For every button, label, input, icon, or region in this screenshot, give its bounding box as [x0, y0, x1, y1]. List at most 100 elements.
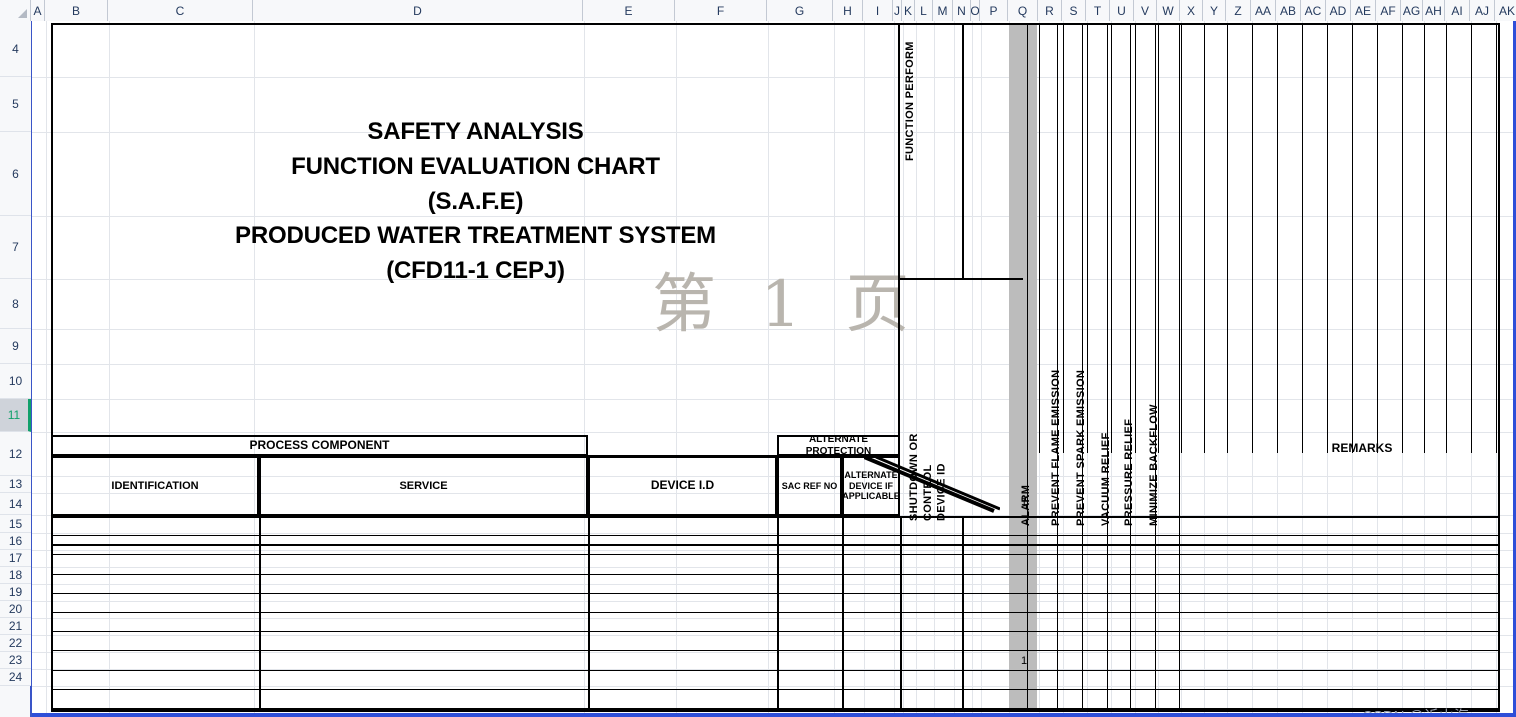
minor-column-rule	[1158, 23, 1159, 453]
column-header-b[interactable]: B	[45, 0, 108, 21]
row-header-14[interactable]: 14	[0, 493, 31, 515]
column-header-ab[interactable]: AB	[1276, 0, 1301, 21]
row-header-24[interactable]: 24	[0, 669, 31, 686]
row-header-13[interactable]: 13	[0, 476, 31, 493]
row-header-17[interactable]: 17	[0, 550, 31, 567]
minor-column-rule	[1424, 23, 1425, 453]
row-header-22[interactable]: 22	[0, 635, 31, 652]
marker-cell-q23[interactable]: 1	[1009, 652, 1039, 670]
minor-column-rule	[1227, 23, 1228, 453]
alternate-device-header-label: ALTERNATE DEVICE IF APPLICABLE	[842, 470, 900, 502]
minor-column-rule	[1204, 23, 1205, 453]
table-row-separator	[51, 535, 1500, 537]
minor-column-rule	[1135, 23, 1136, 453]
function-column-label-minimize-backflow: MINIMIZE BACKFLOW	[1148, 404, 1160, 526]
column-header-p[interactable]: P	[980, 0, 1008, 21]
select-all-triangle-icon	[18, 9, 27, 18]
row-header-7[interactable]: 7	[0, 216, 31, 279]
function-block-left-rule	[962, 23, 964, 280]
column-header-o[interactable]: O	[971, 0, 980, 21]
row-header-10[interactable]: 10	[0, 364, 31, 399]
title-line-5: (CFD11-1 CEPJ)	[386, 257, 565, 285]
column-header-t[interactable]: T	[1086, 0, 1110, 21]
row-header-4[interactable]: 4	[0, 21, 31, 77]
row-header-11[interactable]: 11	[0, 399, 31, 432]
column-header-f[interactable]: F	[675, 0, 767, 21]
row-header-8[interactable]: 8	[0, 279, 31, 329]
column-header-ag[interactable]: AG	[1401, 0, 1423, 21]
table-column-separator	[900, 516, 902, 708]
column-header-d[interactable]: D	[253, 0, 583, 21]
column-header-i[interactable]: I	[863, 0, 893, 21]
title-line-3: (S.A.F.E)	[427, 187, 524, 215]
spreadsheet-window: A B C D E F G H I J K L M N O P Q R S T U V W X Y Z AA AB AC AD AE AF AG…	[0, 0, 1516, 717]
table-column-separator	[777, 516, 779, 708]
column-header-ah[interactable]: AH	[1423, 0, 1445, 21]
table-column-separator	[842, 516, 844, 708]
column-header-z[interactable]: Z	[1226, 0, 1251, 21]
column-header-aj[interactable]: AJ	[1470, 0, 1495, 21]
column-header-ae[interactable]: AE	[1351, 0, 1376, 21]
sheet-grid[interactable]: SAFETY ANALYSIS FUNCTION EVALUATION CHAR…	[32, 21, 1516, 717]
row-header-18[interactable]: 18	[0, 567, 31, 584]
column-header-u[interactable]: U	[1110, 0, 1134, 21]
gridline-v	[46, 21, 47, 717]
title-line-2: FUNCTION EVALUATION CHART	[291, 152, 660, 180]
minor-column-rule	[1063, 23, 1064, 453]
service-header-label: SERVICE	[399, 479, 448, 492]
marker-cell-q14[interactable]: 1	[1009, 493, 1039, 511]
minor-column-rule	[1352, 23, 1353, 453]
column-header-g[interactable]: G	[767, 0, 833, 21]
column-header-ac[interactable]: AC	[1301, 0, 1326, 21]
column-header-aa[interactable]: AA	[1251, 0, 1276, 21]
column-header-c[interactable]: C	[108, 0, 253, 21]
column-header-s[interactable]: S	[1062, 0, 1086, 21]
table-row-separator	[51, 573, 1500, 575]
minor-column-rule	[1327, 23, 1328, 453]
row-header-20[interactable]: 20	[0, 601, 31, 618]
column-header-m[interactable]: M	[933, 0, 953, 21]
table-row-separator	[51, 669, 1500, 671]
column-header-w[interactable]: W	[1157, 0, 1180, 21]
column-header-ak[interactable]: AK	[1495, 0, 1516, 21]
column-header-q[interactable]: Q	[1008, 0, 1038, 21]
row-header-6[interactable]: 6	[0, 132, 31, 216]
row-header-9[interactable]: 9	[0, 329, 31, 364]
minor-column-rule	[1252, 23, 1253, 453]
column-header-l[interactable]: L	[915, 0, 933, 21]
table-column-separator	[588, 516, 590, 708]
column-header-af[interactable]: AF	[1376, 0, 1401, 21]
row-header-21[interactable]: 21	[0, 618, 31, 635]
function-column-rule	[1027, 23, 1028, 712]
column-header-e[interactable]: E	[583, 0, 675, 21]
column-header-n[interactable]: N	[953, 0, 971, 21]
table-row-separator	[51, 631, 1500, 633]
column-header-a[interactable]: A	[31, 0, 45, 21]
column-header-r[interactable]: R	[1038, 0, 1062, 21]
function-column-rule	[1107, 23, 1108, 712]
table-row-separator	[51, 592, 1500, 594]
minor-column-rule	[1471, 23, 1472, 453]
column-header-ai[interactable]: AI	[1445, 0, 1470, 21]
row-header-5[interactable]: 5	[0, 77, 31, 132]
column-header-y[interactable]: Y	[1203, 0, 1226, 21]
select-all-corner[interactable]	[0, 0, 31, 21]
column-header-x[interactable]: X	[1180, 0, 1203, 21]
column-header-v[interactable]: V	[1134, 0, 1157, 21]
row-header-19[interactable]: 19	[0, 584, 31, 601]
row-header-23[interactable]: 23	[0, 652, 31, 669]
device-id-header-label: DEVICE I.D	[650, 478, 715, 493]
remarks-header-label: REMARKS	[1331, 441, 1393, 456]
column-header-k[interactable]: K	[902, 0, 915, 21]
function-column-label-prevent-spark-emission: PREVENT SPARK EMISSION	[1075, 369, 1087, 526]
column-header-h[interactable]: H	[833, 0, 863, 21]
column-header-ad[interactable]: AD	[1326, 0, 1351, 21]
row-header-15[interactable]: 15	[0, 515, 31, 533]
minor-column-rule	[1302, 23, 1303, 453]
row-header-16[interactable]: 16	[0, 533, 31, 550]
alternate-protection-header-label: ALTERNATE PROTECTION	[805, 434, 872, 457]
table-column-separator	[259, 516, 261, 708]
column-header-j[interactable]: J	[893, 0, 902, 21]
row-header-12[interactable]: 12	[0, 432, 31, 476]
table-row-separator	[51, 708, 1500, 710]
